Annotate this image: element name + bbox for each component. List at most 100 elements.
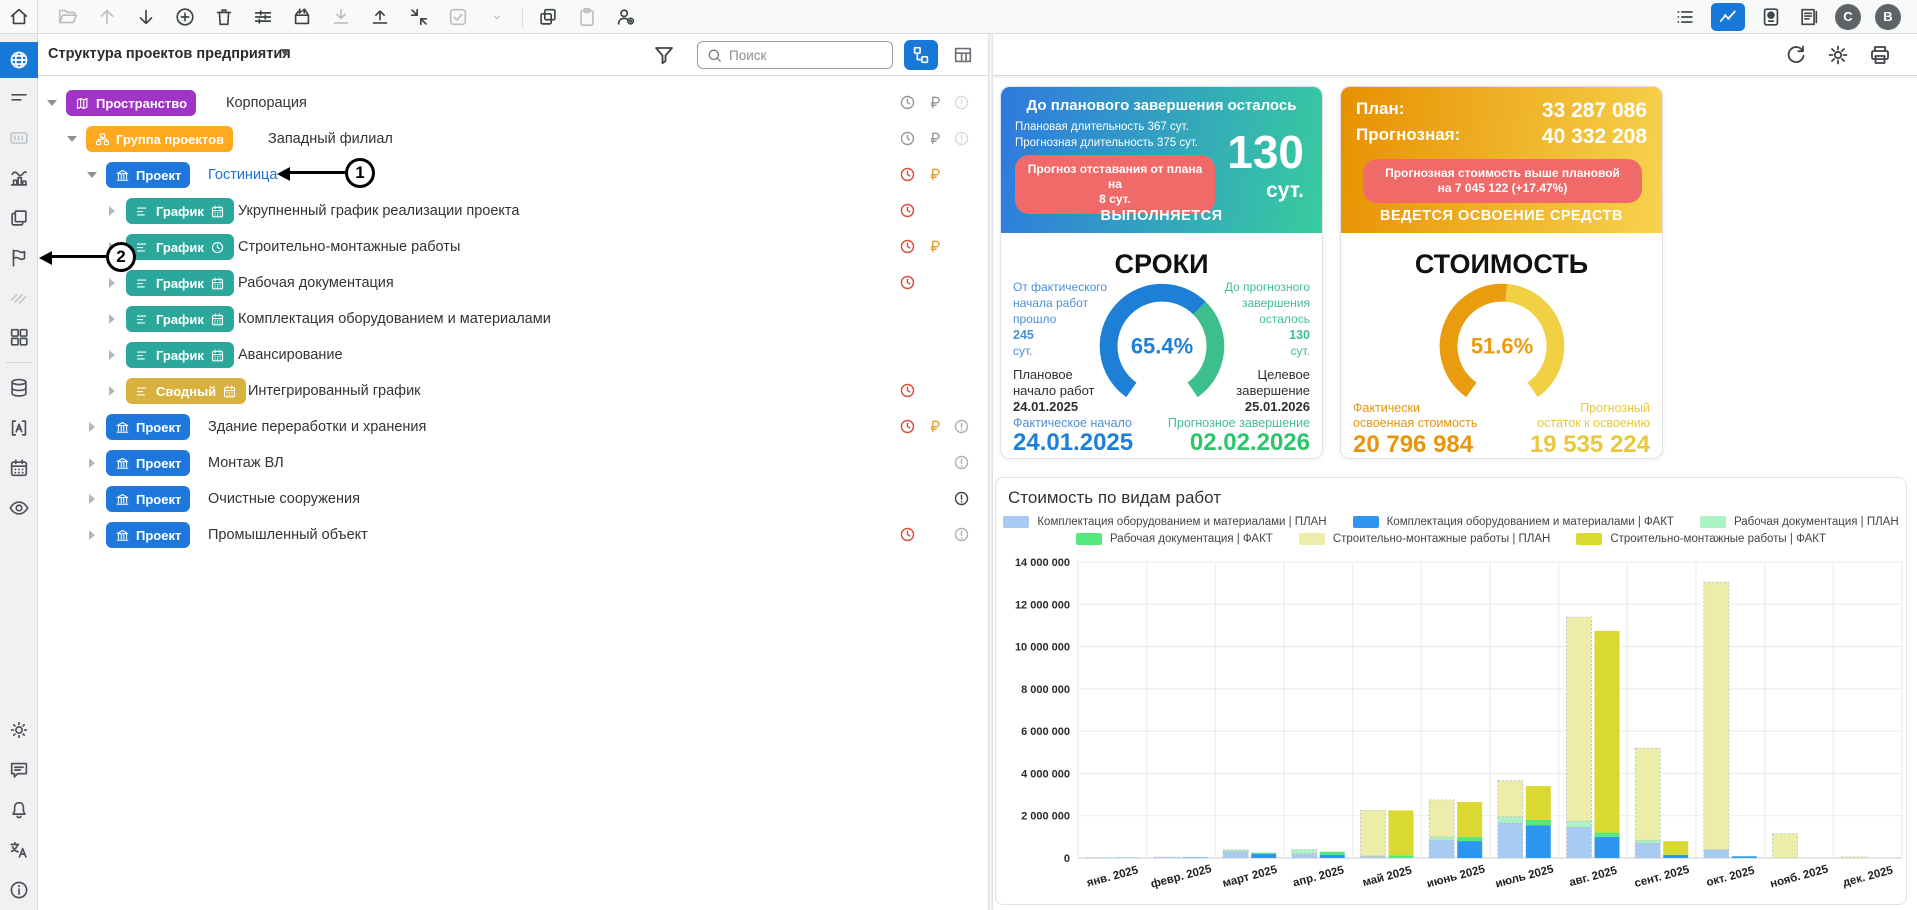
tree-view-toggle[interactable] [904,40,938,70]
tree-caret-open[interactable] [64,131,80,147]
settings-button[interactable] [1825,42,1851,68]
tree-row[interactable]: ПроектГостиница [38,157,988,193]
trash-button[interactable] [212,5,236,29]
tree-caret-closed[interactable] [104,311,120,327]
tree-item-label[interactable]: Строительно-монтажные работы [136,239,460,255]
info-status-icon [952,93,972,113]
tree-item-label[interactable]: Очистные сооружения [116,491,360,507]
tree-row[interactable]: ПроектОчистные сооружения [38,481,988,517]
tree-item-label[interactable]: Интегрированный график [136,383,421,399]
tree-caret-closed[interactable] [84,527,100,543]
tree-caret-open[interactable] [44,95,60,111]
tree-item-label[interactable]: Укрупненный график реализации проекта [136,203,519,219]
tree-caret-closed[interactable] [84,491,100,507]
tree-caret-closed[interactable] [84,455,100,471]
table-view-toggle[interactable] [946,40,980,70]
exclamation-icon [952,129,971,148]
sidebar-item-sun[interactable] [0,710,38,750]
report-button[interactable] [1797,5,1821,29]
timeline-icon [8,127,30,149]
user-settings-button[interactable] [614,5,638,29]
ruble-status-icon [925,165,944,184]
tree-row[interactable]: ПроектЗдание переработки и хранения [38,409,988,445]
tree-row[interactable]: ПроектМонтаж ВЛ [38,445,988,481]
unpack-box-icon [291,6,313,28]
analytics-view-button[interactable] [1711,3,1745,31]
avatar-b-button[interactable]: B [1875,4,1901,30]
arrow-down-button[interactable] [134,5,158,29]
add-circle-button[interactable] [173,5,197,29]
toolbar-divider [522,7,523,27]
tree-row[interactable]: ГрафикКомплектация оборудованием и матер… [38,301,988,337]
sidebar-item-info[interactable] [0,870,38,910]
adjustments-button[interactable] [251,5,275,29]
tree-caret-open[interactable] [84,167,100,183]
sidebar-item-comment[interactable] [0,750,38,790]
upload-icon [369,6,391,28]
tree-caret-closed[interactable] [104,203,120,219]
tree-item-label[interactable]: Монтаж ВЛ [116,455,284,471]
tree-item-label[interactable]: Комплектация оборудованием и материалами [136,311,551,327]
tree-row[interactable]: ГрафикСтроительно-монтажные работы [38,229,988,265]
plan-cost-value: 33 287 086 [1542,99,1647,123]
tree-item-label[interactable]: Рабочая документация [136,275,394,291]
view-title-caret-icon[interactable] [280,49,290,55]
sidebar-item-structure[interactable] [0,78,38,118]
list-view-button[interactable] [1673,5,1697,29]
tree-item-label[interactable]: Здание переработки и хранения [116,419,426,435]
layers-icon [8,207,30,229]
deadline-warning-icon [898,273,918,293]
unpack-box-button[interactable] [290,5,314,29]
sidebar-item-layers[interactable] [0,198,38,238]
table-toggle-icon [952,44,974,66]
print-button[interactable] [1867,42,1893,68]
sidebar-item-flag[interactable] [0,238,38,278]
filter-icon[interactable] [652,43,676,67]
tree-caret-closed[interactable] [104,347,120,363]
tree-item-label[interactable]: Корпорация [76,95,307,111]
tree-item-label[interactable]: Авансирование [136,347,343,363]
sidebar-item-grid[interactable] [0,317,38,357]
search-input[interactable] [729,48,869,63]
sidebar-item-calendar[interactable] [0,448,38,488]
search-box[interactable] [697,41,893,69]
upload-button[interactable] [368,5,392,29]
sidebar-item-eye[interactable] [0,488,38,528]
tree-row[interactable]: ПроектПромышленный объект [38,517,988,553]
report-icon [1798,6,1820,28]
tree-item-label[interactable]: Гостиница [116,167,277,183]
avatar-c-button[interactable]: C [1835,4,1861,30]
sidebar-item-histogram[interactable] [0,158,38,198]
tree-row[interactable]: ГрафикАвансирование [38,337,988,373]
sidebar-item-database[interactable] [0,368,38,408]
tree-row[interactable]: ГрафикУкрупненный график реализации прое… [38,193,988,229]
copy-button[interactable] [536,5,560,29]
panel-splitter[interactable] [988,34,993,910]
sidebar-item-bell[interactable] [0,790,38,830]
tree-caret-closed[interactable] [104,275,120,291]
tree-row[interactable]: ГрафикРабочая документация [38,265,988,301]
sidebar-item-text-brackets[interactable] [0,408,38,448]
passport-button[interactable] [1759,5,1783,29]
view-title[interactable]: Структура проектов предприятия [48,46,291,62]
cost-card: План: 33 287 086 Прогнозная: 40 332 208 … [1340,86,1663,459]
home-button[interactable] [0,0,38,34]
tree-row[interactable]: Группа проектовЗападный филиал [38,121,988,157]
actual-start-value: 24.01.2025 [1013,429,1133,457]
forecast-finish-value: 02.02.2026 [1190,429,1310,457]
sidebar-item-translate[interactable] [0,830,38,870]
tree-caret-closed[interactable] [104,239,120,255]
tree-caret-closed[interactable] [104,383,120,399]
cost-status: ВЕДЕТСЯ ОСВОЕНИЕ СРЕДСТВ [1341,208,1662,224]
tree-caret-closed[interactable] [84,419,100,435]
refresh-button[interactable] [1783,42,1809,68]
svg-text:сент. 2025: сент. 2025 [1633,864,1691,890]
clock-status-icon [898,273,917,292]
tree-item-label[interactable]: Промышленный объект [116,527,368,543]
clock-status-icon [898,165,917,184]
collapse-button[interactable] [407,5,431,29]
tree-item-label[interactable]: Западный филиал [96,131,393,147]
sidebar-item-globe[interactable] [0,42,38,78]
tree-row[interactable]: ПространствоКорпорация [38,85,988,121]
tree-row[interactable]: СводныйИнтегрированный график [38,373,988,409]
